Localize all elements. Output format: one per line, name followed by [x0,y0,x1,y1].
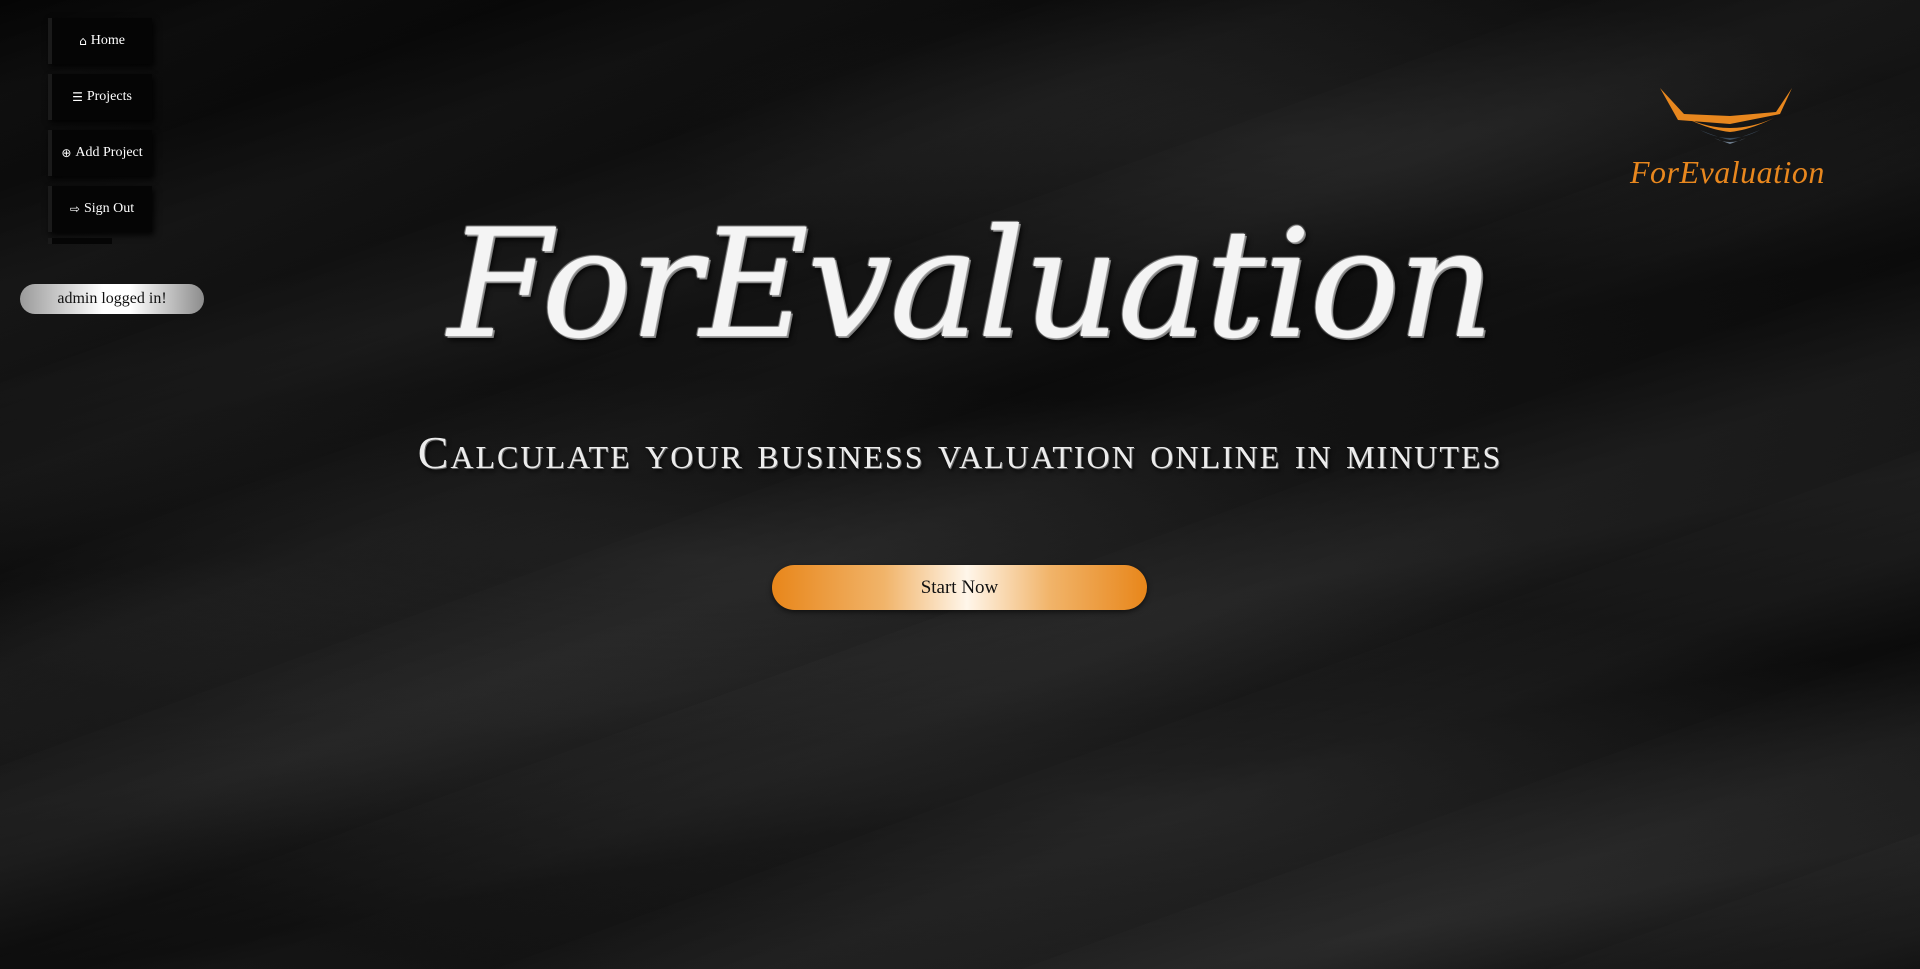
list-icon: ☰ [72,90,83,104]
hero-title: ForEvaluation [447,198,1495,372]
nav-add-project-label: Add Project [75,145,143,160]
nav-home-label: Home [90,33,125,48]
plus-circle-icon: ⊕ [61,146,72,160]
brand-logo[interactable]: ForEvaluation [1630,80,1825,200]
start-now-button[interactable]: Start Now [772,565,1147,610]
nav-projects[interactable]: ☰ Projects [48,74,152,120]
nav-projects-label: Projects [86,89,132,104]
login-status-badge: admin logged in! [20,284,204,314]
hero-subtitle: Calculate your business valuation online… [417,427,1503,478]
bird-logo-icon [1660,88,1792,144]
logo-text: ForEvaluation [1630,154,1825,190]
nav-divider [48,238,112,244]
nav-sign-out-label: Sign Out [83,201,135,216]
home-icon: ⌂ [79,34,87,48]
sign-out-icon: ⇨ [69,202,80,216]
nav-sign-out[interactable]: ⇨ Sign Out [48,186,152,232]
sidebar-nav: ⌂ Home ☰ Projects ⊕ Add Project ⇨ Sign O… [48,18,152,244]
nav-add-project[interactable]: ⊕ Add Project [48,130,152,176]
nav-home[interactable]: ⌂ Home [48,18,152,64]
